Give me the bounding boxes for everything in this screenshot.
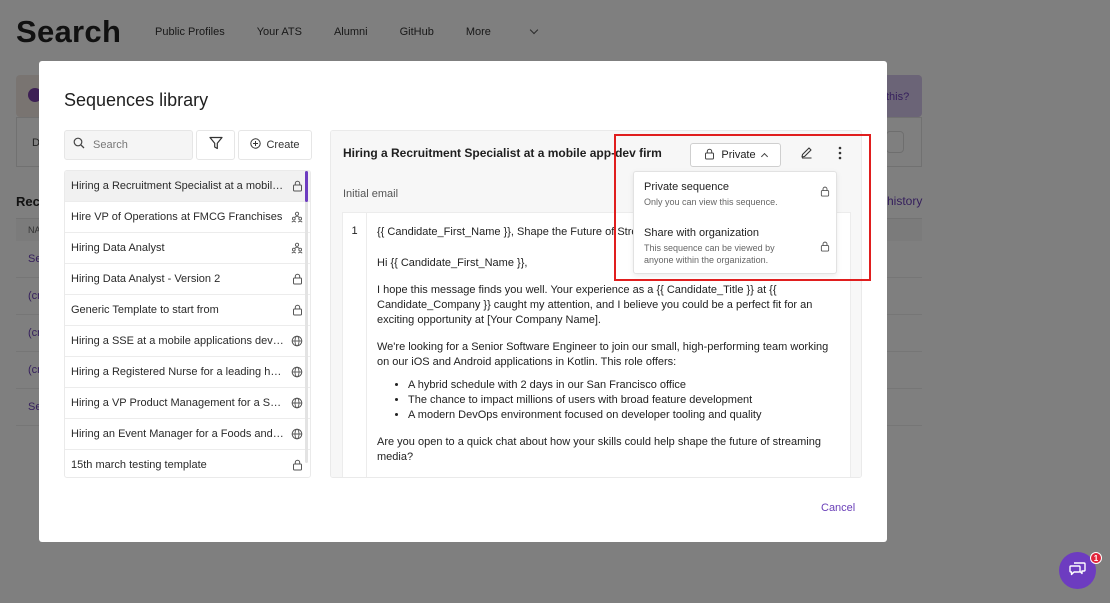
list-item[interactable]: Hiring a Recruitment Specialist at a mob… xyxy=(65,171,310,202)
list-item[interactable]: Hiring an Event Manager for a Foods and … xyxy=(65,419,310,450)
search-icon xyxy=(73,136,85,154)
create-button[interactable]: Create xyxy=(238,130,312,160)
list-item-label: Hiring a VP Product Management for a Ser… xyxy=(71,397,284,409)
highlight-box xyxy=(614,134,871,281)
email-paragraph: We're looking for a Senior Software Engi… xyxy=(377,341,829,368)
list-item[interactable]: Hiring a SSE at a mobile applications de… xyxy=(65,326,310,357)
globe-icon xyxy=(290,334,304,348)
list-scrollbar-track[interactable] xyxy=(305,171,308,463)
plus-circle-icon xyxy=(250,138,262,152)
list-item[interactable]: 15th march testing template xyxy=(65,450,310,477)
list-item-label: Hiring a Registered Nurse for a leading … xyxy=(71,366,284,378)
globe-icon xyxy=(290,427,304,441)
globe-icon xyxy=(290,396,304,410)
email-paragraph: Are you open to a quick chat about how y… xyxy=(377,436,821,463)
step-label: Initial email xyxy=(343,188,399,200)
list-scrollbar-thumb[interactable] xyxy=(305,171,308,202)
lock-icon xyxy=(290,179,304,193)
people-icon xyxy=(290,241,304,255)
list-item[interactable]: Generic Template to start from xyxy=(65,295,310,326)
lock-icon xyxy=(290,303,304,317)
create-label: Create xyxy=(266,139,300,151)
list-item-label: Hiring a Recruitment Specialist at a mob… xyxy=(71,180,284,192)
modal-title: Sequences library xyxy=(64,90,209,110)
list-item[interactable]: Hiring a VP Product Management for a Ser… xyxy=(65,388,310,419)
people-icon xyxy=(290,210,304,224)
list-item[interactable]: Hiring Data Analyst xyxy=(65,233,310,264)
lock-icon xyxy=(290,272,304,286)
filter-button[interactable] xyxy=(196,130,235,160)
list-item-label: Hiring Data Analyst xyxy=(71,242,165,254)
list-item[interactable]: Hire VP of Operations at FMCG Franchises xyxy=(65,202,310,233)
sequence-list: Hiring a Recruitment Specialist at a mob… xyxy=(64,170,311,478)
list-item-label: Hiring a SSE at a mobile applications de… xyxy=(71,335,284,347)
search-field[interactable] xyxy=(64,130,193,160)
list-item-label: Hire VP of Operations at FMCG Franchises xyxy=(71,211,283,223)
search-input[interactable] xyxy=(93,139,183,151)
email-bullet: A modern DevOps environment focused on d… xyxy=(408,408,841,423)
filter-icon xyxy=(208,136,223,155)
cancel-button[interactable]: Cancel xyxy=(821,502,855,514)
email-bullet-list: A hybrid schedule with 2 days in our San… xyxy=(408,378,841,423)
email-bullet: A hybrid schedule with 2 days in our San… xyxy=(408,378,841,393)
step-number: 1 xyxy=(343,213,367,477)
globe-icon xyxy=(290,365,304,379)
list-toolbar: Create xyxy=(64,130,312,160)
list-item-label: Generic Template to start from xyxy=(71,304,219,316)
list-item[interactable]: Hiring a Registered Nurse for a leading … xyxy=(65,357,310,388)
list-item-label: 15th march testing template xyxy=(71,459,207,471)
email-paragraph: I hope this message finds you well. Your… xyxy=(377,284,813,326)
email-bullet: The chance to impact millions of users w… xyxy=(408,393,841,408)
chat-icon xyxy=(1068,560,1087,581)
lock-icon xyxy=(290,458,304,472)
list-item[interactable]: Hiring Data Analyst - Version 2 xyxy=(65,264,310,295)
notification-badge: 1 xyxy=(1090,552,1102,564)
list-item-label: Hiring an Event Manager for a Foods and … xyxy=(71,428,284,440)
list-item-label: Hiring Data Analyst - Version 2 xyxy=(71,273,221,285)
